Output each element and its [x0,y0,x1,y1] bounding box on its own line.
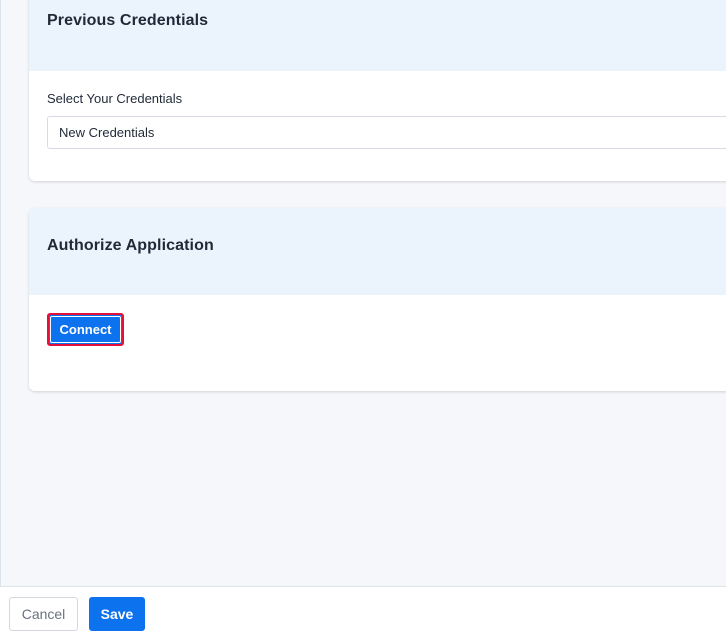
save-button[interactable]: Save [89,597,145,631]
authorize-application-header: Authorize Application [29,208,726,295]
cancel-button[interactable]: Cancel [9,597,78,631]
previous-credentials-title: Previous Credentials [47,12,209,29]
authorize-application-body: Connect [29,295,726,346]
authorize-application-title: Authorize Application [47,237,214,254]
credentials-select-value: New Credentials [59,125,155,140]
page: Previous Credentials Select Your Credent… [0,0,726,636]
authorize-application-card: Authorize Application Connect [29,208,726,391]
connect-button-label: Connect [50,316,121,343]
previous-credentials-header: Previous Credentials [29,0,726,71]
credentials-select[interactable]: New Credentials [47,116,726,149]
previous-credentials-body: Select Your Credentials New Credentials [29,71,726,149]
left-divider [0,0,1,586]
connect-button[interactable]: Connect [47,313,124,346]
select-credentials-label: Select Your Credentials [47,91,183,106]
footer-bar: Cancel Save [0,586,726,636]
previous-credentials-card: Previous Credentials Select Your Credent… [29,0,726,181]
